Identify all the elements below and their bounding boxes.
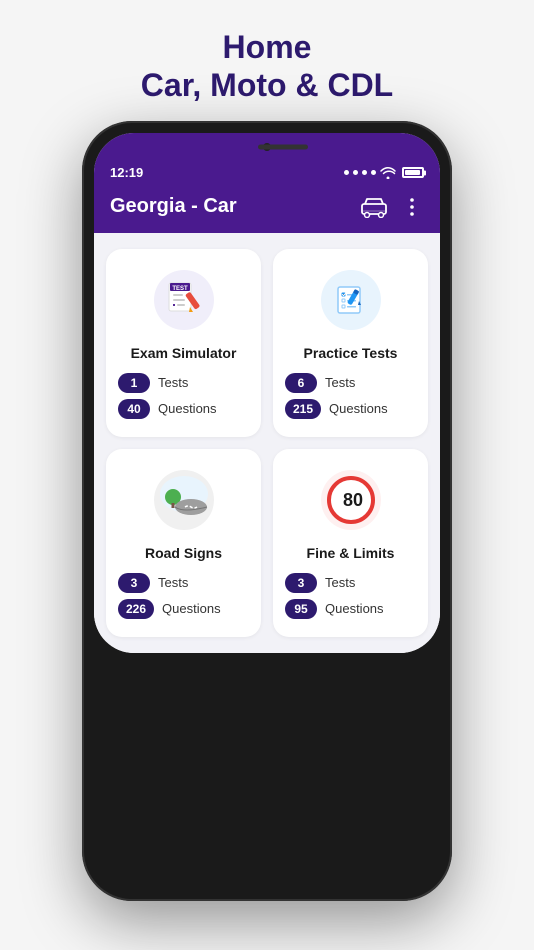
- battery-icon: [402, 167, 424, 178]
- speaker: [258, 144, 308, 149]
- fine-stat-questions: 95 Questions: [285, 599, 416, 619]
- practice-tests-label: Tests: [325, 375, 355, 390]
- fine-stat-tests: 3 Tests: [285, 573, 416, 593]
- fine-limits-title: Fine & Limits: [285, 545, 416, 561]
- exam-simulator-icon: TEST: [153, 269, 215, 331]
- page-title: Home Car, Moto & CDL: [121, 0, 413, 121]
- exam-stat-questions: 40 Questions: [118, 399, 249, 419]
- signal-dot3: [362, 170, 367, 175]
- exam-stat-tests: 1 Tests: [118, 373, 249, 393]
- fine-tests-badge: 3: [285, 573, 317, 593]
- practice-tests-title: Practice Tests: [285, 345, 416, 361]
- road-questions-badge: 226: [118, 599, 154, 619]
- page-wrapper: Home Car, Moto & CDL 12:19: [0, 0, 534, 950]
- signal-dot2: [353, 170, 358, 175]
- phone-notch: [94, 133, 440, 161]
- exam-tests-label: Tests: [158, 375, 188, 390]
- app-header-icons: [360, 195, 424, 219]
- practice-questions-badge: 215: [285, 399, 321, 419]
- app-header: Georgia - Car: [94, 185, 440, 233]
- practice-tests-card[interactable]: Practice Tests 6 Tests 215 Questions: [273, 249, 428, 437]
- road-tests-badge: 3: [118, 573, 150, 593]
- exam-icon-area: TEST: [118, 265, 249, 335]
- svg-text:TEST: TEST: [172, 286, 188, 292]
- exam-questions-label: Questions: [158, 401, 217, 416]
- road-tests-label: Tests: [158, 575, 188, 590]
- phone-frame: 12:19: [82, 121, 452, 901]
- wifi-icon: [380, 167, 396, 179]
- road-signs-title: Road Signs: [118, 545, 249, 561]
- status-icons: [344, 167, 424, 179]
- svg-text:80: 80: [343, 490, 363, 510]
- road-signs-card[interactable]: Road Signs 3 Tests 226 Questions: [106, 449, 261, 637]
- fine-questions-label: Questions: [325, 601, 384, 616]
- practice-stat-questions: 215 Questions: [285, 399, 416, 419]
- app-content: TEST Exam Simulator 1 Tests 40 Questions: [94, 233, 440, 653]
- status-time: 12:19: [110, 165, 143, 180]
- status-bar: 12:19: [94, 161, 440, 185]
- fine-tests-label: Tests: [325, 575, 355, 590]
- fine-questions-badge: 95: [285, 599, 317, 619]
- road-signs-icon: [153, 469, 215, 531]
- road-stat-tests: 3 Tests: [118, 573, 249, 593]
- speed-icon-area: 80: [285, 465, 416, 535]
- signal-dot1: [344, 170, 349, 175]
- practice-icon-area: [285, 265, 416, 335]
- fine-limits-card[interactable]: 80 Fine & Limits 3 Tests 95 Questions: [273, 449, 428, 637]
- exam-questions-badge: 40: [118, 399, 150, 419]
- exam-simulator-card[interactable]: TEST Exam Simulator 1 Tests 40 Questions: [106, 249, 261, 437]
- app-header-title: Georgia - Car: [110, 195, 237, 218]
- practice-tests-badge: 6: [285, 373, 317, 393]
- practice-stat-tests: 6 Tests: [285, 373, 416, 393]
- car-icon[interactable]: [360, 196, 388, 218]
- menu-dots-icon[interactable]: [400, 195, 424, 219]
- practice-questions-label: Questions: [329, 401, 388, 416]
- fine-limits-icon: 80: [320, 469, 382, 531]
- exam-simulator-title: Exam Simulator: [118, 345, 249, 361]
- phone-inner: 12:19: [94, 133, 440, 653]
- exam-tests-badge: 1: [118, 373, 150, 393]
- road-stat-questions: 226 Questions: [118, 599, 249, 619]
- road-icon-area: [118, 465, 249, 535]
- practice-tests-icon: [320, 269, 382, 331]
- road-questions-label: Questions: [162, 601, 221, 616]
- signal-dot4: [371, 170, 376, 175]
